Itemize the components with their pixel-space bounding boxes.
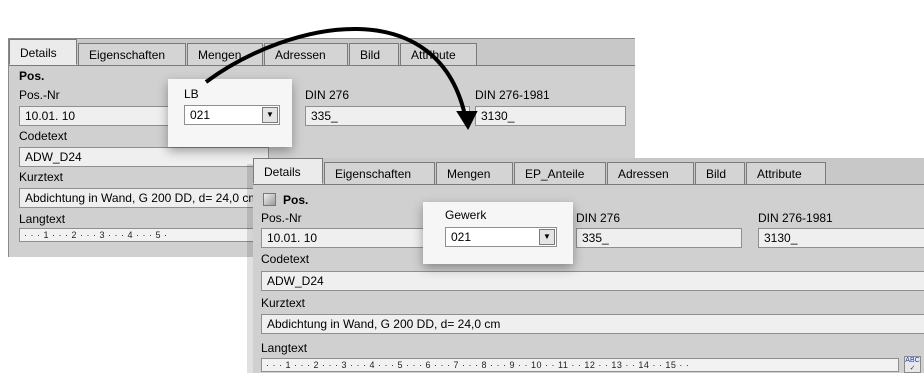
curved-arrow	[204, 27, 478, 131]
